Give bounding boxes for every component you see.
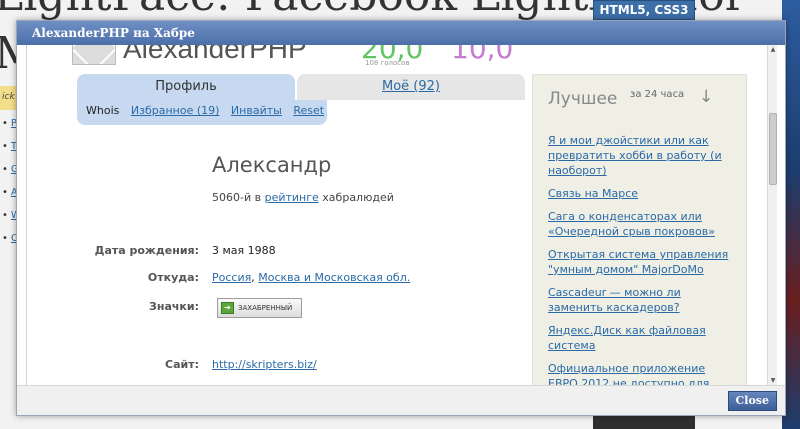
sidebar-period[interactable]: за 24 часа (630, 89, 684, 100)
subtab-favorites[interactable]: Избранное (19) (131, 104, 220, 117)
best-post-item[interactable]: Cascadeur — можно ли заменить каскадеров… (548, 285, 733, 315)
arrow-down-icon[interactable]: ↓ (699, 87, 713, 107)
close-button[interactable]: Close (727, 391, 777, 411)
scroll-thumb[interactable] (769, 113, 777, 185)
scroll-down-icon[interactable]: ▼ (769, 377, 777, 385)
sidebar-title: Лучшее (548, 89, 618, 109)
site-value: http://skripters.biz/ (212, 358, 317, 371)
profile-rank: 5060-й в рейтинге хабралюдей (212, 191, 394, 204)
profile-subtabs: Whois Избранное (19) Инвайты Reset (77, 100, 327, 125)
subtab-reset[interactable]: Reset (293, 104, 324, 117)
modal-title: AlexanderPHP на Хабре (17, 21, 785, 45)
rank-suffix: хабралюдей (322, 191, 394, 204)
country-link[interactable]: Россия (212, 271, 251, 284)
from-separator: , (251, 271, 255, 284)
best-post-item[interactable]: Открытая система управления "умным домом… (548, 247, 733, 277)
best-post-item[interactable]: Официальное приложение ЕВРО 2012 не дост… (548, 361, 733, 386)
rating-link[interactable]: рейтинге (265, 191, 319, 204)
habred-badge-button[interactable]: ➔ ЗАХАБРЕННЫЙ (217, 298, 302, 318)
from-value: Россия, Москва и Московская обл. (212, 271, 410, 284)
site-link[interactable]: http://skripters.biz/ (212, 358, 317, 371)
profile-tabs: Профиль Моё (92) Whois Избранное (19) Ин… (77, 74, 525, 125)
profile-full-name: Александр (212, 153, 332, 177)
rank-prefix: 5060-й в (212, 191, 262, 204)
profile-username: AlexanderPHP (123, 45, 307, 64)
avatar[interactable] (72, 45, 116, 65)
modal-content: AlexanderPHP 20,0 108 голосов 10,0 Профи… (26, 45, 777, 386)
best-post-item[interactable]: Связь на Марсе (548, 186, 733, 201)
tab-mine[interactable]: Моё (92) (297, 74, 525, 100)
karma-votes: 108 голосов (365, 59, 410, 67)
modal-footer: Close (17, 385, 785, 415)
subtab-invites[interactable]: Инвайты (231, 104, 282, 117)
background-tag-badge[interactable]: HTML5, CSS3 (593, 0, 695, 20)
birth-label: Дата рождения: (94, 244, 199, 257)
best-post-item[interactable]: Я и мои джойстики или как превратить хоб… (548, 133, 733, 178)
best-post-item[interactable]: Яндекс.Диск как файловая система (548, 323, 733, 353)
lightbox-modal: AlexanderPHP на Хабре AlexanderPHP 20,0 … (16, 20, 786, 416)
best-posts-list: Я и мои джойстики или как превратить хоб… (548, 133, 733, 386)
birth-value: 3 мая 1988 (212, 244, 276, 257)
rating-value: 10,0 (451, 45, 514, 65)
from-label: Откуда: (147, 271, 199, 284)
city-link[interactable]: Москва и Московская обл. (258, 271, 410, 284)
subtab-whois[interactable]: Whois (86, 104, 119, 117)
badges-label: Значки: (149, 300, 199, 313)
best-posts-sidebar: Лучшее за 24 часа ↓ Я и мои джойстики ил… (532, 74, 747, 386)
badge-label: ЗАХАБРЕННЫЙ (238, 304, 293, 312)
arrow-right-icon: ➔ (221, 302, 234, 314)
site-label: Сайт: (165, 358, 199, 371)
modal-scrollbar[interactable]: ▲ ▼ (767, 45, 777, 386)
tab-profile[interactable]: Профиль (77, 74, 295, 100)
best-post-item[interactable]: Сага о конденсаторах или «Очередной срыв… (548, 209, 733, 239)
scroll-up-icon[interactable]: ▲ (769, 46, 777, 54)
